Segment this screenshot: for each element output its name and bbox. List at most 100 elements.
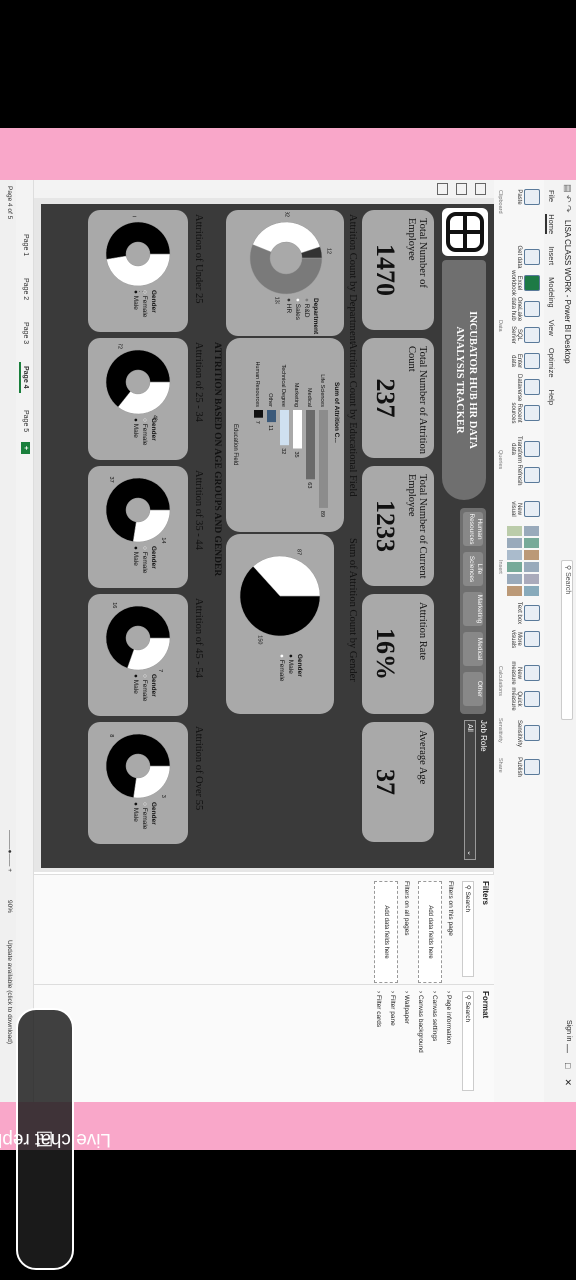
format-item-wallpaper[interactable]: › Wallpaper [403, 991, 410, 1024]
age-group-card[interactable]: 14 37 Gender ○ Female ● Male [88, 466, 188, 588]
pie-slice-female[interactable] [126, 637, 171, 671]
logo [442, 208, 488, 256]
page-tab-5[interactable]: Page 5 [21, 406, 30, 436]
quick-measure-button[interactable]: Quick measure [510, 686, 540, 712]
dataverse-button[interactable]: Dataverse [516, 374, 540, 401]
bar-technical-degree[interactable] [280, 410, 289, 446]
menu-view[interactable]: View [547, 320, 556, 336]
new-measure-button[interactable]: New measure [510, 660, 540, 686]
onelake-button[interactable]: OneLake data hub [510, 296, 540, 322]
bar-marketing[interactable] [293, 410, 302, 449]
slicer-tab-human-resources[interactable]: Human Resources [463, 512, 483, 546]
dept-legend-sales: Sales [294, 303, 301, 321]
age-legend: Gender ○ Female ● Male [132, 418, 157, 446]
bar-data-label: 11 [267, 425, 273, 431]
model-view-icon[interactable] [437, 183, 448, 195]
age-group-card[interactable]: 7 16 Gender ○ Female ● Male [88, 594, 188, 716]
age-group-card[interactable]: 40 72 Gender ○ Female ● Male [88, 338, 188, 460]
sign-in-link[interactable]: Sign in [565, 1020, 572, 1041]
age-group-card[interactable]: 1820Gender○ Female● Male [88, 210, 188, 332]
report-view-icon[interactable] [475, 183, 486, 195]
format-item-filter-cards[interactable]: › Filter cards [375, 991, 382, 1027]
excel-button[interactable]: Excel workbook [510, 270, 540, 296]
slicer-tab-life-sciences[interactable]: Life Sciences [463, 552, 483, 586]
menu-optimize[interactable]: Optimize [547, 348, 556, 378]
format-item-page-information[interactable]: › Page information [445, 991, 452, 1044]
pie-slice-female[interactable] [133, 765, 171, 799]
live-chat-replay-button[interactable]: ◫ Live chat replay [0, 1008, 112, 1270]
age-legend: Gender ○ Female ● Male [132, 290, 157, 318]
more-visuals-button[interactable]: More visuals [510, 626, 540, 652]
page-tab-1[interactable]: Page 1 [21, 230, 30, 260]
text-box-button[interactable]: Text box [516, 600, 540, 626]
dept-chart-card[interactable]: 133 92 12 Department ● R&D ● Sales ● HR [226, 210, 344, 336]
format-item-filter-pane[interactable]: › Filter pane [389, 991, 396, 1026]
format-search-input[interactable]: ⚲ Search [462, 991, 474, 1091]
pie-slice-female[interactable] [106, 253, 171, 287]
age-legend-male: Male [132, 679, 139, 694]
refresh-button[interactable]: Refresh [516, 462, 540, 488]
search-box[interactable]: ⚲ Search [561, 560, 573, 720]
menu-help[interactable]: Help [547, 390, 556, 405]
transform-icon [524, 441, 540, 457]
bar-human-resources[interactable] [254, 410, 263, 418]
age-legend-male: Male [132, 423, 139, 438]
bar-other[interactable] [267, 410, 276, 423]
pie-data-label: 14 [160, 537, 166, 543]
enter-data-button[interactable]: Enter data [510, 348, 540, 374]
bar-life-sciences[interactable] [319, 410, 328, 508]
pie-data-label: 87 [295, 549, 301, 555]
age-group-card[interactable]: 3 8 Gender ○ Female ● Male [88, 722, 188, 844]
pink-band-top [0, 128, 576, 180]
window-controls[interactable]: —□✕ [562, 1044, 573, 1096]
add-page-button[interactable]: + [21, 442, 30, 455]
format-item-canvas-settings[interactable]: › Canvas settings [431, 991, 438, 1041]
quick-access-icon[interactable]: ▤ ↶ ↷ [562, 184, 573, 213]
page-tab-2[interactable]: Page 2 [21, 274, 30, 304]
table-view-icon[interactable] [456, 183, 467, 195]
get-data-button[interactable]: Get data [516, 244, 540, 270]
visuals-gallery[interactable] [507, 526, 539, 596]
update-notice[interactable]: Update available (click to download) [6, 940, 13, 1044]
transform-data-button[interactable]: Transform data [510, 436, 540, 463]
filters-this-page-drop[interactable]: Add data fields here [418, 881, 442, 983]
edu-bar-chart: Life Sciences 89 Medical 63 Marketing 35 Techn… [254, 361, 328, 517]
filters-all-pages-drop[interactable]: Add data fields here [374, 881, 398, 983]
menu-file[interactable]: File [547, 190, 556, 202]
edu-chart-card[interactable]: Sum of Attrition C... Life Sciences 89 Med… [226, 338, 344, 532]
bar-medical[interactable] [306, 410, 315, 480]
pie-slice-sales[interactable] [252, 221, 321, 254]
slicer-tab-medical[interactable]: Medical [463, 632, 483, 666]
paste-button[interactable]: Paste [516, 184, 540, 210]
gender-chart-card[interactable]: 150 87 Gender ● Male ● Female [226, 534, 334, 714]
kpi-value: 37 [371, 769, 400, 795]
page-tab-3[interactable]: Page 3 [21, 318, 30, 348]
age-donut-chart: 4072 [105, 344, 171, 420]
menu-home[interactable]: Home [545, 214, 556, 235]
excel-icon [524, 275, 540, 291]
zoom-slider[interactable]: ———●—— + [6, 830, 13, 872]
filters-search-input[interactable]: ⚲ Search [462, 881, 474, 977]
dept-legend: Department ● R&D ● Sales ● HR [285, 298, 319, 335]
job-role-dropdown[interactable]: All ⌄ [464, 720, 476, 860]
format-item-canvas-background[interactable]: › Canvas background [417, 991, 424, 1053]
slicer-tab-other[interactable]: Other [463, 672, 483, 706]
slicer-tab-marketing[interactable]: Marketing [463, 592, 483, 626]
pie-data-label: 133 [274, 297, 280, 304]
recent-sources-button[interactable]: Recent sources [510, 400, 540, 426]
kpi-label: Total Number of Employee [406, 218, 428, 288]
sql-button[interactable]: SQL Server [510, 322, 540, 348]
publish-icon [524, 759, 540, 775]
pie-slice-male[interactable] [105, 221, 171, 260]
onelake-icon [524, 301, 540, 317]
group-share: Share [497, 758, 503, 773]
age-legend-female: Female [141, 679, 148, 702]
view-rail [16, 180, 494, 199]
menu-modeling[interactable]: Modeling [547, 277, 556, 307]
publish-button[interactable]: Publish [516, 754, 540, 780]
sensitivity-button[interactable]: Sensitivity [516, 720, 540, 747]
new-visual-button[interactable]: New visual [510, 496, 540, 522]
page-tab-4[interactable]: Page 4 [19, 362, 30, 393]
menu-insert[interactable]: Insert [547, 246, 556, 265]
live-chat-label: ◫ Live chat replay [0, 1128, 112, 1150]
